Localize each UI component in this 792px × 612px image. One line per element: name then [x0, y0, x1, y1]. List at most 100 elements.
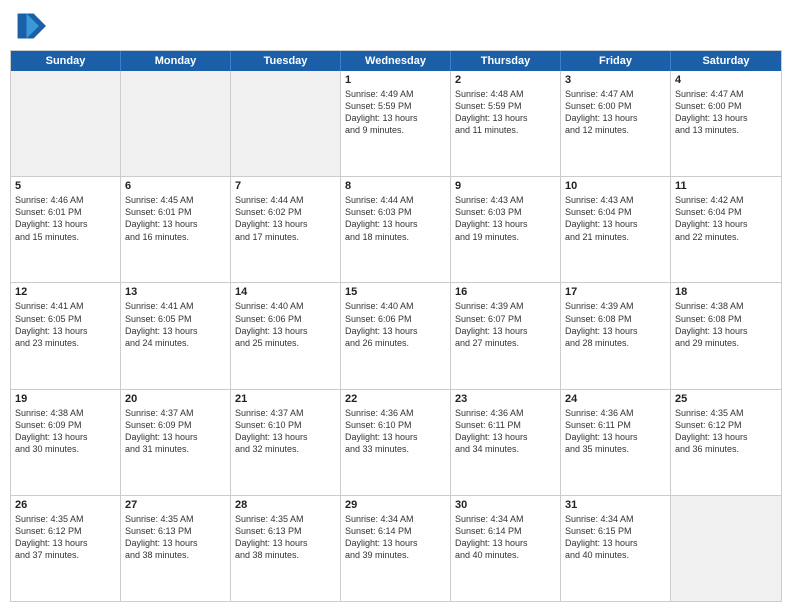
- cell-info-line: Sunrise: 4:47 AM: [565, 88, 666, 100]
- calendar-row: 5Sunrise: 4:46 AMSunset: 6:01 PMDaylight…: [11, 177, 781, 283]
- calendar: SundayMondayTuesdayWednesdayThursdayFrid…: [10, 50, 782, 602]
- cell-info-line: Sunrise: 4:34 AM: [455, 513, 556, 525]
- cell-info-line: Sunrise: 4:45 AM: [125, 194, 226, 206]
- cell-info-line: Sunset: 6:04 PM: [565, 206, 666, 218]
- cell-info-line: and 34 minutes.: [455, 443, 556, 455]
- cell-info-line: Sunset: 6:09 PM: [125, 419, 226, 431]
- cell-info-line: and 32 minutes.: [235, 443, 336, 455]
- cell-info-line: Sunset: 6:08 PM: [565, 313, 666, 325]
- cell-info-line: Daylight: 13 hours: [125, 325, 226, 337]
- cell-info-line: and 17 minutes.: [235, 231, 336, 243]
- cell-info-line: Sunset: 6:01 PM: [15, 206, 116, 218]
- cell-info-line: Daylight: 13 hours: [15, 537, 116, 549]
- cell-info-line: Sunrise: 4:36 AM: [345, 407, 446, 419]
- cell-info-line: and 12 minutes.: [565, 124, 666, 136]
- cell-info-line: Sunset: 5:59 PM: [455, 100, 556, 112]
- calendar-row: 1Sunrise: 4:49 AMSunset: 5:59 PMDaylight…: [11, 71, 781, 177]
- cell-info-line: and 39 minutes.: [345, 549, 446, 561]
- cell-info-line: Sunset: 5:59 PM: [345, 100, 446, 112]
- cell-info-line: and 16 minutes.: [125, 231, 226, 243]
- cell-info-line: Sunset: 6:08 PM: [675, 313, 777, 325]
- cell-info-line: Daylight: 13 hours: [675, 218, 777, 230]
- calendar-row: 19Sunrise: 4:38 AMSunset: 6:09 PMDayligh…: [11, 390, 781, 496]
- calendar-cell: 6Sunrise: 4:45 AMSunset: 6:01 PMDaylight…: [121, 177, 231, 282]
- day-number: 26: [15, 499, 116, 511]
- calendar-cell: 10Sunrise: 4:43 AMSunset: 6:04 PMDayligh…: [561, 177, 671, 282]
- cell-info-line: Sunrise: 4:42 AM: [675, 194, 777, 206]
- cell-info-line: Daylight: 13 hours: [455, 431, 556, 443]
- day-number: 13: [125, 286, 226, 298]
- day-number: 3: [565, 74, 666, 86]
- cell-info-line: Daylight: 13 hours: [125, 537, 226, 549]
- cell-info-line: Sunrise: 4:35 AM: [235, 513, 336, 525]
- calendar-cell: 7Sunrise: 4:44 AMSunset: 6:02 PMDaylight…: [231, 177, 341, 282]
- calendar-cell: 30Sunrise: 4:34 AMSunset: 6:14 PMDayligh…: [451, 496, 561, 601]
- cell-info-line: Daylight: 13 hours: [675, 325, 777, 337]
- cell-info-line: Daylight: 13 hours: [345, 537, 446, 549]
- calendar-cell: 22Sunrise: 4:36 AMSunset: 6:10 PMDayligh…: [341, 390, 451, 495]
- cell-info-line: and 31 minutes.: [125, 443, 226, 455]
- cell-info-line: Daylight: 13 hours: [345, 325, 446, 337]
- calendar-cell: 24 Sunrise: 4:36 AMSunset: 6:11 PMDayligh…: [561, 390, 671, 495]
- cell-info-line: Sunset: 6:13 PM: [235, 525, 336, 537]
- day-number: 8: [345, 180, 446, 192]
- calendar-cell: [121, 71, 231, 176]
- day-number: 22: [345, 393, 446, 405]
- weekday-header: Monday: [121, 51, 231, 71]
- cell-info-line: Sunset: 6:13 PM: [125, 525, 226, 537]
- calendar-cell: 20Sunrise: 4:37 AMSunset: 6:09 PMDayligh…: [121, 390, 231, 495]
- cell-info-line: Sunset: 6:15 PM: [565, 525, 666, 537]
- cell-info-line: Sunset: 6:10 PM: [345, 419, 446, 431]
- calendar-cell: 9Sunrise: 4:43 AMSunset: 6:03 PMDaylight…: [451, 177, 561, 282]
- cell-info-line: and 13 minutes.: [675, 124, 777, 136]
- cell-info-line: Sunrise: 4:38 AM: [675, 300, 777, 312]
- weekday-header: Tuesday: [231, 51, 341, 71]
- calendar-cell: 31Sunrise: 4:34 AMSunset: 6:15 PMDayligh…: [561, 496, 671, 601]
- cell-info-line: Daylight: 13 hours: [565, 431, 666, 443]
- calendar-header: SundayMondayTuesdayWednesdayThursdayFrid…: [11, 51, 781, 71]
- cell-info-line: and 40 minutes.: [565, 549, 666, 561]
- cell-info-line: and 15 minutes.: [15, 231, 116, 243]
- calendar-cell: 19Sunrise: 4:38 AMSunset: 6:09 PMDayligh…: [11, 390, 121, 495]
- day-number: 21: [235, 393, 336, 405]
- cell-info-line: Daylight: 13 hours: [455, 325, 556, 337]
- calendar-row: 12Sunrise: 4:41 AMSunset: 6:05 PMDayligh…: [11, 283, 781, 389]
- cell-info-line: Sunrise: 4:43 AM: [565, 194, 666, 206]
- header: [10, 10, 782, 42]
- day-number: 19: [15, 393, 116, 405]
- calendar-cell: 4Sunrise: 4:47 AMSunset: 6:00 PMDaylight…: [671, 71, 781, 176]
- cell-info-line: and 40 minutes.: [455, 549, 556, 561]
- cell-info-line: Sunrise: 4:40 AM: [235, 300, 336, 312]
- day-number: 7: [235, 180, 336, 192]
- day-number: 28: [235, 499, 336, 511]
- cell-info-line: Sunset: 6:12 PM: [15, 525, 116, 537]
- cell-info-line: Daylight: 13 hours: [345, 112, 446, 124]
- day-number: 25: [675, 393, 777, 405]
- cell-info-line: Sunset: 6:04 PM: [675, 206, 777, 218]
- cell-info-line: Sunset: 6:11 PM: [565, 419, 666, 431]
- calendar-cell: 23Sunrise: 4:36 AMSunset: 6:11 PMDayligh…: [451, 390, 561, 495]
- cell-info-line: Sunset: 6:03 PM: [345, 206, 446, 218]
- cell-info-line: and 11 minutes.: [455, 124, 556, 136]
- cell-info-line: Sunrise: 4:35 AM: [675, 407, 777, 419]
- calendar-cell: 2Sunrise: 4:48 AMSunset: 5:59 PMDaylight…: [451, 71, 561, 176]
- day-number: 16: [455, 286, 556, 298]
- calendar-cell: 3Sunrise: 4:47 AMSunset: 6:00 PMDaylight…: [561, 71, 671, 176]
- cell-info-line: and 38 minutes.: [235, 549, 336, 561]
- cell-info-line: Daylight: 13 hours: [15, 325, 116, 337]
- cell-info-line: Daylight: 13 hours: [455, 537, 556, 549]
- cell-info-line: and 29 minutes.: [675, 337, 777, 349]
- calendar-body: 1Sunrise: 4:49 AMSunset: 5:59 PMDaylight…: [11, 71, 781, 601]
- cell-info-line: and 33 minutes.: [345, 443, 446, 455]
- logo: [14, 10, 50, 42]
- cell-info-line: Sunrise: 4:44 AM: [345, 194, 446, 206]
- cell-info-line: Sunset: 6:01 PM: [125, 206, 226, 218]
- cell-info-line: Sunrise: 4:36 AM: [565, 407, 666, 419]
- cell-info-line: and 37 minutes.: [15, 549, 116, 561]
- cell-info-line: and 25 minutes.: [235, 337, 336, 349]
- calendar-cell: 15Sunrise: 4:40 AMSunset: 6:06 PMDayligh…: [341, 283, 451, 388]
- cell-info-line: Daylight: 13 hours: [675, 431, 777, 443]
- day-number: 30: [455, 499, 556, 511]
- calendar-cell: [671, 496, 781, 601]
- day-number: 24: [565, 393, 666, 405]
